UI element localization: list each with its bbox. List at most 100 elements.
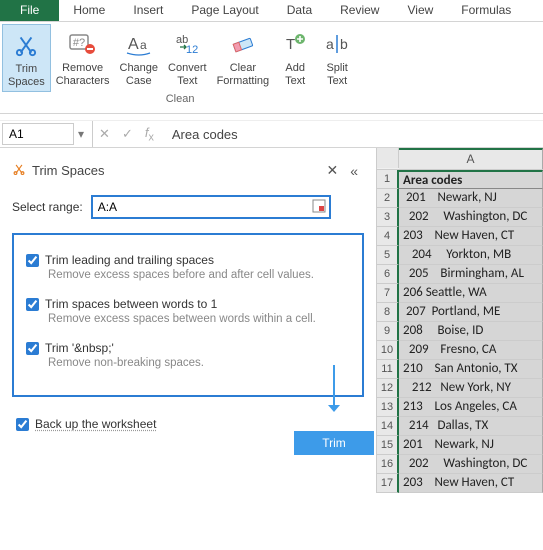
ribbon: Trim Spaces #? Remove Characters Aa Chan… bbox=[0, 22, 543, 114]
cell[interactable]: 208 Boise, ID bbox=[399, 322, 543, 341]
name-box-dropdown[interactable]: ▾ bbox=[76, 121, 93, 147]
table-row[interactable]: 17203 New Haven, CT bbox=[377, 474, 543, 493]
cell[interactable]: 213 Los Angeles, CA bbox=[399, 398, 543, 417]
col-header-a[interactable]: A bbox=[399, 148, 543, 169]
cell[interactable]: 203 New Haven, CT bbox=[399, 227, 543, 246]
cell[interactable]: 202 Washington, DC bbox=[399, 455, 543, 474]
convert-text-icon: ab12 bbox=[171, 28, 203, 60]
cell[interactable]: 210 San Antonio, TX bbox=[399, 360, 543, 379]
range-input[interactable] bbox=[93, 197, 309, 217]
row-header[interactable]: 3 bbox=[377, 208, 399, 227]
table-row[interactable]: 3 202 Washington, DC bbox=[377, 208, 543, 227]
svg-text:#?: #? bbox=[72, 37, 84, 49]
chk-between-words[interactable] bbox=[26, 298, 39, 311]
tab-home[interactable]: Home bbox=[59, 0, 119, 21]
cell[interactable]: 209 Fresno, CA bbox=[399, 341, 543, 360]
ribbon-group-label: Clean bbox=[166, 92, 195, 107]
chk-backup[interactable] bbox=[16, 418, 29, 431]
table-row[interactable]: 4203 New Haven, CT bbox=[377, 227, 543, 246]
tab-review[interactable]: Review bbox=[326, 0, 393, 21]
cell[interactable]: 201 Newark, NJ bbox=[399, 436, 543, 455]
table-row[interactable]: 16 202 Washington, DC bbox=[377, 455, 543, 474]
table-row[interactable]: 2 201 Newark, NJ bbox=[377, 189, 543, 208]
table-row[interactable]: 13213 Los Angeles, CA bbox=[377, 398, 543, 417]
formula-bar: ▾ ✕ ✓ fx Area codes bbox=[0, 120, 543, 148]
row-header[interactable]: 17 bbox=[377, 474, 399, 493]
cell[interactable]: 205 Birmingham, AL bbox=[399, 265, 543, 284]
opt2-desc: Remove excess spaces between words withi… bbox=[26, 311, 350, 325]
opt1-desc: Remove excess spaces before and after ce… bbox=[26, 267, 350, 281]
table-row[interactable]: 7206 Seattle, WA bbox=[377, 284, 543, 303]
row-header[interactable]: 13 bbox=[377, 398, 399, 417]
cell[interactable]: 206 Seattle, WA bbox=[399, 284, 543, 303]
row-header[interactable]: 9 bbox=[377, 322, 399, 341]
cell[interactable]: 212 New York, NY bbox=[399, 379, 543, 398]
btn-add-text[interactable]: T Add Text bbox=[274, 24, 316, 92]
row-header[interactable]: 8 bbox=[377, 303, 399, 322]
cell[interactable]: Area codes bbox=[399, 170, 543, 189]
cell[interactable]: 214 Dallas, TX bbox=[399, 417, 543, 436]
btn-convert-text[interactable]: ab12 Convert Text bbox=[163, 24, 212, 92]
tab-view[interactable]: View bbox=[393, 0, 447, 21]
chevron-down-icon[interactable]: « bbox=[344, 163, 364, 179]
btn-change-case[interactable]: Aa Change Case bbox=[115, 24, 164, 92]
close-icon[interactable]: ✕ bbox=[320, 162, 344, 179]
cancel-icon[interactable]: ✕ bbox=[93, 126, 116, 142]
fx-icon[interactable]: fx bbox=[139, 125, 160, 144]
callout-arrow-head bbox=[328, 405, 340, 412]
row-header[interactable]: 2 bbox=[377, 189, 399, 208]
table-row[interactable]: 1Area codes bbox=[377, 170, 543, 189]
enter-icon[interactable]: ✓ bbox=[116, 126, 139, 142]
opt2-label: Trim spaces between words to 1 bbox=[45, 297, 217, 311]
name-box[interactable] bbox=[2, 123, 74, 145]
btn-trim-spaces[interactable]: Trim Spaces bbox=[2, 24, 51, 92]
row-header[interactable]: 16 bbox=[377, 455, 399, 474]
table-row[interactable]: 9208 Boise, ID bbox=[377, 322, 543, 341]
range-picker-icon[interactable] bbox=[309, 199, 329, 216]
tab-insert[interactable]: Insert bbox=[119, 0, 177, 21]
tab-data[interactable]: Data bbox=[273, 0, 326, 21]
row-header[interactable]: 6 bbox=[377, 265, 399, 284]
cell[interactable]: 201 Newark, NJ bbox=[399, 189, 543, 208]
row-header[interactable]: 1 bbox=[377, 170, 399, 189]
svg-text:12: 12 bbox=[186, 44, 198, 56]
chk-leading-trailing[interactable] bbox=[26, 254, 39, 267]
options-group: Trim leading and trailing spaces Remove … bbox=[12, 233, 364, 397]
row-header[interactable]: 10 bbox=[377, 341, 399, 360]
row-header[interactable]: 5 bbox=[377, 246, 399, 265]
cell[interactable]: 203 New Haven, CT bbox=[399, 474, 543, 493]
table-row[interactable]: 8 207 Portland, ME bbox=[377, 303, 543, 322]
table-row[interactable]: 12 212 New York, NY bbox=[377, 379, 543, 398]
row-header[interactable]: 4 bbox=[377, 227, 399, 246]
worksheet-grid[interactable]: A 1Area codes2 201 Newark, NJ3 202 Washi… bbox=[376, 148, 543, 493]
table-row[interactable]: 11210 San Antonio, TX bbox=[377, 360, 543, 379]
cell[interactable]: 204 Yorkton, MB bbox=[399, 246, 543, 265]
split-text-icon: ab bbox=[321, 28, 353, 60]
table-row[interactable]: 15201 Newark, NJ bbox=[377, 436, 543, 455]
row-header[interactable]: 15 bbox=[377, 436, 399, 455]
btn-clear-formatting[interactable]: Clear Formatting bbox=[212, 24, 275, 92]
row-header[interactable]: 11 bbox=[377, 360, 399, 379]
tab-formulas[interactable]: Formulas bbox=[447, 0, 525, 21]
btn-split-text[interactable]: ab Split Text bbox=[316, 24, 358, 92]
cell[interactable]: 207 Portland, ME bbox=[399, 303, 543, 322]
opt3-desc: Remove non-breaking spaces. bbox=[26, 355, 350, 369]
formula-text[interactable]: Area codes bbox=[160, 127, 238, 142]
select-all-corner[interactable] bbox=[377, 148, 399, 168]
table-row[interactable]: 10 209 Fresno, CA bbox=[377, 341, 543, 360]
select-range-label: Select range: bbox=[12, 200, 83, 214]
tab-pagelayout[interactable]: Page Layout bbox=[177, 0, 272, 21]
chk-nbsp[interactable] bbox=[26, 342, 39, 355]
row-header[interactable]: 7 bbox=[377, 284, 399, 303]
row-header[interactable]: 12 bbox=[377, 379, 399, 398]
svg-text:a: a bbox=[326, 36, 334, 52]
tab-file[interactable]: File bbox=[0, 0, 59, 21]
table-row[interactable]: 14 214 Dallas, TX bbox=[377, 417, 543, 436]
ribbon-tabs: File Home Insert Page Layout Data Review… bbox=[0, 0, 543, 22]
table-row[interactable]: 6 205 Birmingham, AL bbox=[377, 265, 543, 284]
cell[interactable]: 202 Washington, DC bbox=[399, 208, 543, 227]
btn-remove-chars[interactable]: #? Remove Characters bbox=[51, 24, 115, 92]
trim-button[interactable]: Trim bbox=[294, 431, 374, 455]
table-row[interactable]: 5 204 Yorkton, MB bbox=[377, 246, 543, 265]
row-header[interactable]: 14 bbox=[377, 417, 399, 436]
